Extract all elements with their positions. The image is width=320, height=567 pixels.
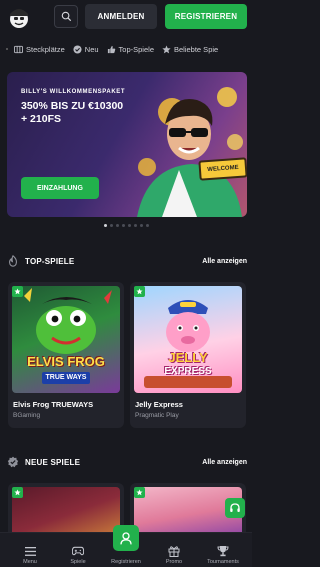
game-provider: BGaming bbox=[13, 412, 41, 419]
check-badge-icon bbox=[73, 44, 82, 54]
game-art-title: ELVIS FROG bbox=[27, 354, 105, 369]
login-button[interactable]: ANMELDEN bbox=[85, 4, 157, 29]
header: ANMELDEN REGISTRIEREN bbox=[0, 0, 252, 34]
trophy-icon bbox=[217, 545, 229, 557]
section-title: NEUE SPIELE bbox=[25, 457, 81, 467]
nav-separator bbox=[6, 48, 8, 50]
new-games-see-all-link[interactable]: Alle anzeigen bbox=[202, 459, 247, 466]
game-title: Elvis Frog TRUEWAYS bbox=[13, 400, 94, 409]
gift-icon bbox=[168, 545, 180, 557]
user-icon bbox=[120, 531, 132, 544]
nav-item-new[interactable]: Neu bbox=[73, 45, 99, 54]
menu-icon bbox=[24, 545, 36, 557]
bottom-nav-label: Promo bbox=[165, 559, 183, 565]
new-badge-icon bbox=[12, 487, 23, 498]
headset-icon bbox=[230, 503, 240, 512]
carousel-dots bbox=[0, 224, 252, 227]
gamepad-icon bbox=[72, 545, 84, 557]
new-badge-icon bbox=[134, 286, 145, 297]
search-icon bbox=[61, 11, 71, 22]
banner-subtitle: BILLY'S WILLKOMMENSPAKET bbox=[21, 89, 126, 95]
bottom-nav-menu[interactable]: Menu bbox=[5, 533, 55, 567]
game-card-jelly-express[interactable]: JELLY EXPRESS Jelly Express Pragmatic Pl… bbox=[130, 282, 246, 428]
top-games-see-all-link[interactable]: Alle anzeigen bbox=[202, 258, 247, 265]
game-art-title: JELLY bbox=[168, 350, 208, 365]
game-provider: Pragmatic Play bbox=[135, 412, 179, 419]
game-art-subtitle: TRUE WAYS bbox=[42, 372, 90, 384]
carousel-dot[interactable] bbox=[115, 224, 119, 227]
carousel-dot[interactable] bbox=[145, 224, 149, 227]
game-thumbnail: JELLY EXPRESS bbox=[134, 286, 242, 393]
banner-headline-line1: 350% BIS ZU €10300 bbox=[21, 100, 124, 112]
slots-icon bbox=[14, 45, 23, 54]
nav-item-slots[interactable]: Steckplätze bbox=[14, 45, 65, 54]
bottom-nav-label: Tournaments bbox=[207, 559, 239, 565]
bottom-nav-label: Menu bbox=[23, 559, 37, 565]
thumbs-up-icon bbox=[107, 45, 116, 54]
welcome-sign: WELCOME bbox=[198, 157, 247, 181]
game-art-subtitle: EXPRESS bbox=[164, 366, 212, 377]
search-button[interactable] bbox=[54, 5, 78, 28]
nav-item-label: Top-Spiele bbox=[118, 44, 154, 54]
star-icon bbox=[162, 44, 171, 54]
carousel-dot[interactable] bbox=[103, 224, 107, 227]
nav-item-label: Neu bbox=[84, 44, 99, 54]
section-new-games-header: NEUE SPIELE Alle anzeigen bbox=[7, 455, 247, 469]
register-button[interactable]: REGISTRIEREN bbox=[165, 4, 247, 29]
support-chat-button[interactable] bbox=[225, 498, 245, 518]
carousel-dot[interactable] bbox=[121, 224, 125, 227]
promo-banner[interactable]: BILLY'S WILLKOMMENSPAKET 350% BIS ZU €10… bbox=[7, 72, 247, 217]
banner-character-illustration bbox=[137, 87, 243, 217]
banner-headline-line2: + 210FS bbox=[21, 113, 61, 125]
game-thumbnail: ELVIS FROG TRUE WAYS bbox=[12, 286, 120, 393]
flame-icon bbox=[7, 255, 19, 267]
bottom-nav-label: Spiele bbox=[70, 559, 86, 565]
bottom-nav-games[interactable]: Spiele bbox=[53, 533, 103, 567]
register-fab-button[interactable] bbox=[113, 525, 139, 551]
bottom-nav-tournaments[interactable]: Tournaments bbox=[198, 533, 248, 567]
logo-icon[interactable] bbox=[6, 5, 32, 29]
carousel-dot[interactable] bbox=[127, 224, 131, 227]
new-badge-icon bbox=[134, 487, 145, 498]
category-nav: Steckplätze Neu Top-Spiele Beliebte Spie bbox=[0, 39, 252, 59]
deposit-button[interactable]: EINZAHLUNG bbox=[21, 177, 99, 199]
carousel-dot[interactable] bbox=[139, 224, 143, 227]
carousel-dot[interactable] bbox=[109, 224, 113, 227]
bottom-nav: Menu Spiele Registrieren Promo Tournamen… bbox=[0, 525, 252, 567]
nav-item-top-games[interactable]: Top-Spiele bbox=[107, 45, 154, 54]
carousel-dot[interactable] bbox=[133, 224, 137, 227]
bottom-nav-promo[interactable]: Promo bbox=[149, 533, 199, 567]
section-title: TOP-SPIELE bbox=[25, 256, 75, 266]
new-badge-icon bbox=[7, 456, 19, 468]
banner-headline: 350% BIS ZU €10300 + 210FS bbox=[21, 100, 161, 126]
game-card-elvis-frog[interactable]: ELVIS FROG TRUE WAYS Elvis Frog TRUEWAYS… bbox=[8, 282, 124, 428]
section-top-games-header: TOP-SPIELE Alle anzeigen bbox=[7, 254, 247, 268]
nav-item-label: Steckplätze bbox=[26, 44, 65, 54]
nav-item-label: Beliebte Spie bbox=[174, 44, 219, 54]
game-title: Jelly Express bbox=[135, 400, 183, 409]
nav-item-popular[interactable]: Beliebte Spie bbox=[162, 45, 218, 54]
new-badge-icon bbox=[12, 286, 23, 297]
bottom-nav-label: Registrieren bbox=[111, 559, 141, 565]
